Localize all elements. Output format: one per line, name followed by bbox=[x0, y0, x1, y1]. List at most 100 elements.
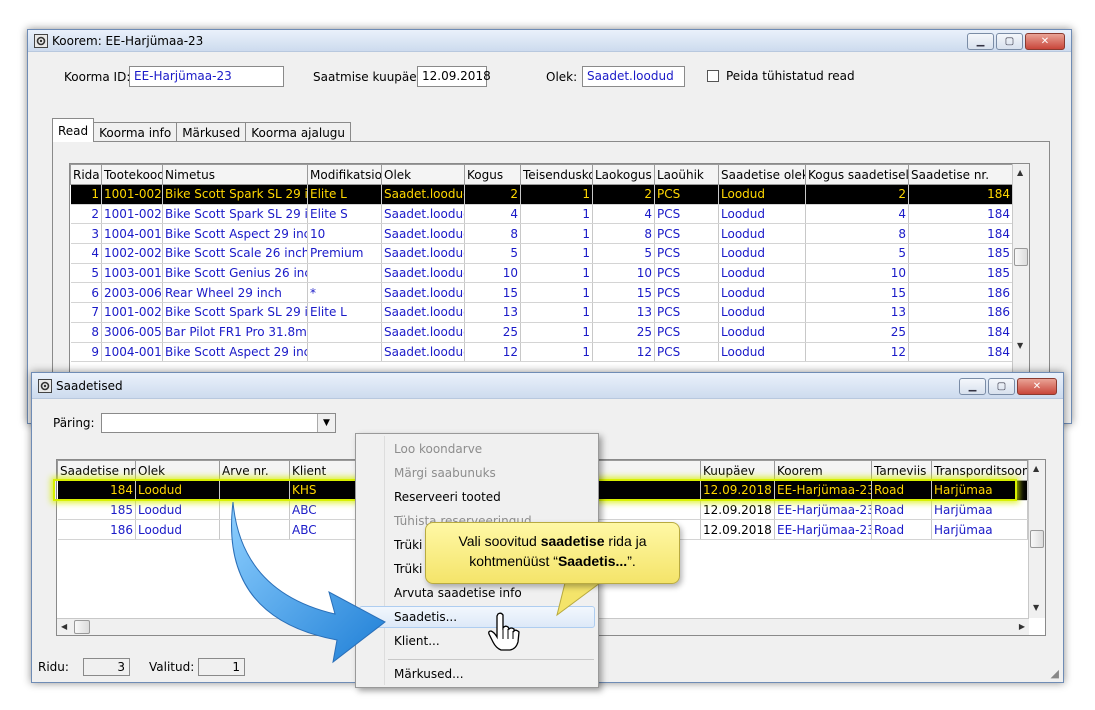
paring-select[interactable]: ▼ bbox=[101, 413, 336, 433]
tab-read[interactable]: Read bbox=[52, 118, 95, 142]
table-cell: Harjümaa bbox=[931, 519, 1028, 541]
table-cell: 1 bbox=[70, 184, 102, 205]
column-header[interactable]: Modifikatsioon bbox=[307, 164, 382, 185]
column-header[interactable]: Kogus bbox=[464, 164, 521, 185]
table-row[interactable]: 3 1004-001 Bike Scott Aspect 29 inch 10 Saad… bbox=[70, 223, 1013, 245]
table-cell: 25 bbox=[464, 322, 521, 343]
column-header[interactable]: Olek bbox=[381, 164, 465, 185]
table-cell: Bike Scott Aspect 29 inch bbox=[162, 223, 308, 245]
scroll-right-icon[interactable]: ▶ bbox=[1019, 622, 1025, 631]
saadetised-vscroll[interactable]: ▲ ▼ bbox=[1028, 460, 1045, 618]
close-icon[interactable]: ✕ bbox=[1017, 378, 1057, 395]
chevron-down-icon[interactable]: ▼ bbox=[317, 414, 335, 432]
column-header[interactable]: Arve nr. bbox=[219, 460, 290, 481]
table-cell: 3006-005 bbox=[101, 322, 163, 343]
ridu-label: Ridu: bbox=[38, 660, 69, 674]
read-vscroll-thumb[interactable] bbox=[1014, 248, 1028, 266]
table-cell: 1001-002 bbox=[101, 184, 163, 205]
column-header[interactable]: Tarneviis bbox=[871, 460, 932, 481]
table-cell: PCS bbox=[654, 184, 719, 205]
table-cell: PCS bbox=[654, 282, 719, 304]
scroll-up-icon[interactable]: ▲ bbox=[1017, 168, 1023, 177]
saadetised-titlebar[interactable]: Saadetised ▁ ▢ ✕ bbox=[32, 373, 1063, 399]
minimize-icon[interactable]: ▁ bbox=[959, 378, 986, 395]
table-cell: 5 bbox=[70, 263, 102, 284]
table-row[interactable]: 4 1002-002 Bike Scott Scale 26 inch Premium… bbox=[70, 243, 1013, 264]
table-cell: Bike Scott Genius 26 inch bbox=[162, 263, 308, 284]
table-row[interactable]: 11001-002Bike Scott Spark SL 29 inchElit… bbox=[70, 184, 1013, 205]
column-header[interactable]: Rida bbox=[70, 164, 102, 185]
column-header[interactable]: Transporditsoon bbox=[931, 460, 1028, 481]
olek-field[interactable]: Saadet.loodud bbox=[582, 66, 685, 87]
table-cell: 2 bbox=[592, 184, 655, 205]
tab-markused[interactable]: Märkused bbox=[176, 122, 247, 142]
column-header[interactable]: Koorem bbox=[774, 460, 872, 481]
table-cell: Saadet.loodud bbox=[381, 302, 465, 323]
minimize-icon[interactable]: ▁ bbox=[967, 33, 994, 50]
maximize-icon[interactable]: ▢ bbox=[988, 378, 1015, 395]
menu-item-arvuta-saadetise-info[interactable]: Arvuta saadetise info bbox=[394, 586, 522, 600]
column-header[interactable]: Saadetise nr. bbox=[908, 164, 1013, 185]
column-header[interactable]: Kogus saadetisel bbox=[805, 164, 909, 185]
saadetised-vscroll-thumb[interactable] bbox=[1030, 530, 1044, 548]
table-cell: 10 bbox=[592, 263, 655, 284]
tab-koorma-ajalugu[interactable]: Koorma ajalugu bbox=[245, 122, 352, 142]
table-cell: 1004-001 bbox=[101, 342, 163, 363]
scroll-down-icon[interactable]: ▼ bbox=[1033, 603, 1039, 612]
table-row[interactable]: 9 1004-001 Bike Scott Aspect 29 inch Saadet… bbox=[70, 342, 1013, 363]
maximize-icon[interactable]: ▢ bbox=[996, 33, 1023, 50]
column-header[interactable]: Laokogus bbox=[592, 164, 655, 185]
table-cell: 185 bbox=[908, 263, 1013, 284]
koorma-id-field[interactable]: EE-Harjümaa-23 bbox=[129, 66, 284, 87]
table-cell: 12.09.2018 bbox=[700, 519, 775, 541]
table-cell: 2 bbox=[805, 184, 909, 205]
column-header[interactable]: Nimetus bbox=[162, 164, 308, 185]
table-cell: 1 bbox=[520, 184, 593, 205]
table-row[interactable]: 83006-005Bar Pilot FR1 Pro 31.8mm 7 Saade… bbox=[70, 322, 1013, 343]
table-cell: 186 bbox=[57, 519, 136, 541]
table-cell: 184 bbox=[908, 342, 1013, 363]
table-cell: 2003-006 bbox=[101, 282, 163, 304]
resize-grip-icon[interactable]: ◢ bbox=[1051, 667, 1059, 680]
table-cell: PCS bbox=[654, 263, 719, 284]
koorem-tabs: Read Koorma info Märkused Koorma ajalugu bbox=[52, 118, 352, 142]
table-cell: 4 bbox=[805, 204, 909, 225]
table-cell: Saadet.loodud bbox=[381, 243, 465, 264]
table-cell: EE-Harjümaa-23 bbox=[774, 480, 872, 501]
saatmise-kuupaev-field[interactable]: 12.09.2018 bbox=[417, 66, 491, 87]
column-header[interactable]: Kuupäev bbox=[700, 460, 775, 481]
table-cell: 10 bbox=[464, 263, 521, 284]
table-cell: Saadet.loodud bbox=[381, 184, 465, 205]
table-row[interactable]: 6 2003-006 Rear Wheel 29 inch * Saadet.loodu… bbox=[70, 282, 1013, 304]
table-cell: 5 bbox=[464, 243, 521, 264]
table-cell: 25 bbox=[592, 322, 655, 343]
table-row[interactable]: 21001-002Bike Scott Spark SL 29 inchElit… bbox=[70, 204, 1013, 225]
scroll-left-icon[interactable]: ◀ bbox=[61, 622, 67, 631]
close-icon[interactable]: ✕ bbox=[1025, 33, 1065, 50]
table-cell: Loodud bbox=[135, 480, 220, 501]
peida-checkbox[interactable] bbox=[707, 70, 719, 82]
scroll-down-icon[interactable]: ▼ bbox=[1017, 341, 1023, 350]
column-header[interactable]: Teisendusko bbox=[520, 164, 593, 185]
table-row[interactable]: 5 1003-001 Bike Scott Genius 26 inch Saadet… bbox=[70, 263, 1013, 284]
tab-koorma-info[interactable]: Koorma info bbox=[93, 122, 178, 142]
table-cell: PCS bbox=[654, 342, 719, 363]
scroll-up-icon[interactable]: ▲ bbox=[1033, 464, 1039, 473]
hand-cursor-icon bbox=[488, 612, 520, 651]
peida-label: Peida tühistatud read bbox=[726, 69, 855, 83]
column-header[interactable]: Saadetise nr. bbox=[57, 460, 136, 481]
table-cell: Harjümaa bbox=[931, 500, 1028, 521]
table-row[interactable]: 71001-002Bike Scott Spark SL 29 inchElit… bbox=[70, 302, 1013, 323]
column-header[interactable]: Tootekood bbox=[101, 164, 163, 185]
table-cell: Road bbox=[871, 519, 932, 541]
table-cell: 15 bbox=[805, 282, 909, 304]
column-header[interactable]: Laoühik bbox=[654, 164, 719, 185]
table-cell: PCS bbox=[654, 204, 719, 225]
column-header[interactable]: Olek bbox=[135, 460, 220, 481]
menu-item-reserveeri-tooted[interactable]: Reserveeri tooted bbox=[394, 490, 501, 504]
column-header[interactable]: Saadetise olek bbox=[718, 164, 806, 185]
saadetised-hscroll-thumb[interactable] bbox=[74, 620, 90, 634]
koorem-titlebar[interactable]: Koorem: EE-Harjümaa-23 ▁ ▢ ✕ bbox=[28, 30, 1071, 52]
table-cell: Bar Pilot FR1 Pro 31.8mm 7 bbox=[162, 322, 308, 343]
table-cell: 186 bbox=[908, 282, 1013, 304]
